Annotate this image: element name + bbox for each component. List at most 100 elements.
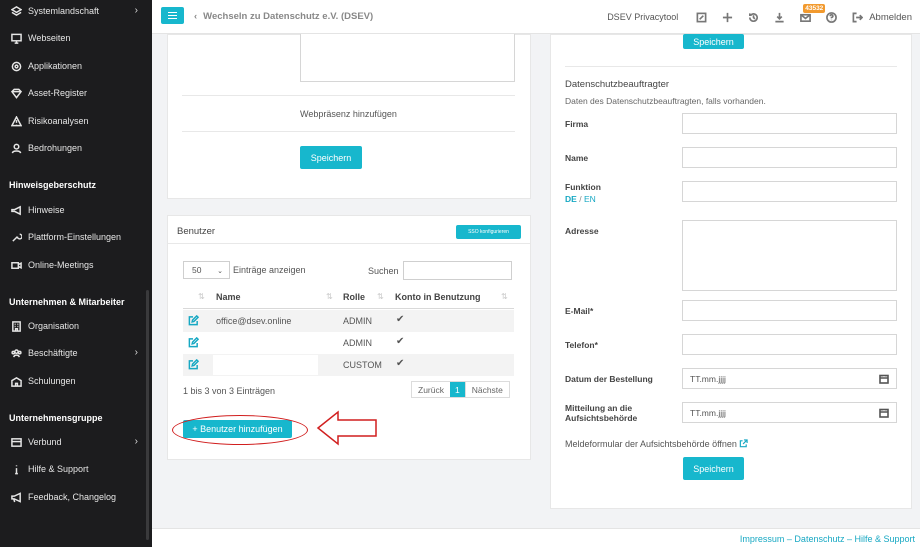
app-name: DSEV Privacytool [607, 12, 679, 22]
sidebar-item-asset-register[interactable]: Asset-Register [0, 82, 152, 104]
check-icon: ✔ [396, 358, 405, 369]
sidebar-item-label: Risikoanalysen [28, 116, 89, 126]
edit-icon[interactable] [188, 336, 200, 348]
search-input[interactable] [403, 261, 512, 280]
sidebar-item-label: Feedback, Changelog [28, 492, 117, 502]
sidebar-item-online-meetings[interactable]: Online-Meetings [0, 254, 152, 276]
sidebar-item-applikationen[interactable]: Applikationen [0, 55, 152, 77]
date-placeholder: TT.mm.jjjj [690, 407, 726, 418]
edit-button[interactable] [688, 0, 714, 34]
bullhorn-icon [10, 491, 22, 503]
footer-links[interactable]: Impressum – Datenschutz – Hilfe & Suppor… [740, 534, 915, 544]
lang-en-link[interactable]: EN [584, 194, 596, 204]
pagination: Zurück 1 Nächste [411, 381, 510, 398]
column-header-konto[interactable]: Konto in Benutzung [395, 292, 480, 302]
switch-org-link[interactable]: ‹ Wechseln zu Datenschutz e.V. (DSEV) [194, 11, 373, 22]
mitteilung-label: Mitteilung an die Aufsichtsbehörde [565, 403, 637, 423]
bestellung-date-input[interactable]: TT.mm.jjjj [682, 368, 897, 389]
sidebar-item-schulungen[interactable]: Schulungen [0, 370, 152, 392]
building-icon [10, 320, 22, 332]
menu-toggle-button[interactable] [161, 7, 184, 24]
megaphone-icon [10, 204, 22, 216]
mitteilung-date-input[interactable]: TT.mm.jjjj [682, 402, 897, 423]
sidebar-section-unternehmensgruppe: Unternehmensgruppe [9, 413, 103, 423]
pagination-page-1[interactable]: 1 [449, 382, 465, 397]
chevron-left-icon: ‹ [194, 11, 198, 22]
column-header-rolle[interactable]: Rolle [343, 292, 365, 302]
plus-icon [722, 12, 732, 22]
sidebar-item-label: Plattform-Einstellungen [28, 232, 122, 242]
table-row: office@dsev.online ADMIN ✔ [183, 310, 514, 332]
mitteilung-label-line1: Mitteilung an die [565, 403, 633, 413]
cell-role: ADMIN [343, 338, 372, 348]
sidebar-item-verbund[interactable]: Verbund › [0, 431, 152, 453]
help-button[interactable] [818, 0, 844, 34]
edit-icon[interactable] [188, 314, 200, 326]
download-button[interactable] [766, 0, 792, 34]
page-size-select[interactable]: 50 ⌄ [183, 261, 230, 279]
sidebar-item-label: Systemlandschaft [28, 6, 100, 16]
sort-icon[interactable]: ⇅ [501, 292, 508, 301]
sidebar-section-hinweisgeberschutz: Hinweisgeberschutz [9, 180, 97, 190]
sidebar-section-unternehmen: Unternehmen & Mitarbeiter [9, 297, 125, 307]
diamond-icon [10, 87, 22, 99]
top-save-button[interactable]: Speichern [683, 34, 744, 49]
add-web-presence-link[interactable]: Webpräsenz hinzufügen [300, 109, 397, 119]
logout-icon [852, 12, 864, 22]
sidebar-item-organisation[interactable]: Organisation [0, 315, 152, 337]
entries-label: Einträge anzeigen [233, 265, 306, 275]
divider [182, 95, 515, 96]
edit-icon[interactable] [188, 358, 200, 370]
funktion-input[interactable] [682, 181, 897, 202]
table-row: CUSTOM ✔ [183, 354, 514, 376]
sidebar-item-webseiten[interactable]: Webseiten [0, 27, 152, 49]
save-button[interactable]: Speichern [300, 146, 362, 169]
sidebar-item-label: Online-Meetings [28, 260, 94, 270]
adresse-label: Adresse [565, 226, 599, 236]
sort-icon[interactable]: ⇅ [198, 292, 205, 301]
sidebar-item-hinweise[interactable]: Hinweise [0, 199, 152, 221]
pagination-prev[interactable]: Zurück [412, 382, 450, 397]
email-input[interactable] [682, 300, 897, 321]
pagination-next[interactable]: Nächste [464, 382, 509, 397]
sidebar-item-systemlandschaft[interactable]: Systemlandschaft › [0, 0, 152, 22]
messages-button[interactable]: 43532 [792, 0, 826, 34]
layers-icon [10, 5, 22, 17]
firma-input[interactable] [682, 113, 897, 134]
dpo-save-button[interactable]: Speichern [683, 457, 744, 480]
topbar: ‹ Wechseln zu Datenschutz e.V. (DSEV) DSE… [152, 0, 920, 34]
chevron-down-icon: ⌄ [217, 268, 223, 275]
sort-icon[interactable]: ⇅ [377, 292, 384, 301]
language-switch: DE / EN [565, 194, 596, 204]
sidebar-item-beschaeftigte[interactable]: Beschäftigte › [0, 342, 152, 364]
name-input[interactable] [682, 147, 897, 168]
chevron-right-icon: › [134, 436, 138, 447]
calendar-icon[interactable] [879, 408, 889, 418]
telefon-label: Telefon* [565, 340, 598, 350]
table-row: ADMIN ✔ [183, 332, 514, 354]
history-icon [748, 12, 758, 22]
sort-icon[interactable]: ⇅ [326, 292, 333, 301]
history-button[interactable] [740, 0, 766, 34]
sso-configure-button[interactable]: SSO konfigurieren [456, 225, 521, 239]
sidebar-item-feedback-changelog[interactable]: Feedback, Changelog [0, 486, 152, 508]
sidebar-item-risikoanalysen[interactable]: Risikoanalysen [0, 110, 152, 132]
description-textarea[interactable] [300, 34, 515, 82]
chevron-right-icon: › [134, 5, 138, 16]
sidebar-item-label: Applikationen [28, 61, 83, 71]
adresse-textarea[interactable] [682, 220, 897, 291]
cell-name: office@dsev.online [216, 316, 292, 326]
sidebar-item-plattform-einstellungen[interactable]: Plattform-Einstellungen [0, 226, 152, 248]
column-header-name[interactable]: Name [216, 292, 241, 302]
sidebar-item-hilfe-support[interactable]: Hilfe & Support [0, 458, 152, 480]
lang-de-link[interactable]: DE [565, 194, 577, 204]
hamburger-icon [168, 14, 177, 17]
add-button[interactable] [714, 0, 740, 34]
meldeformular-link[interactable]: Meldeformular der Aufsichtsbehörde öffne… [565, 439, 749, 449]
telefon-input[interactable] [682, 334, 897, 355]
lang-separator: / [579, 194, 582, 204]
sidebar-scrollbar[interactable] [146, 290, 149, 540]
calendar-icon[interactable] [879, 374, 889, 384]
sidebar-item-bedrohungen[interactable]: Bedrohungen [0, 137, 152, 159]
logout-button[interactable]: Abmelden [852, 12, 912, 23]
